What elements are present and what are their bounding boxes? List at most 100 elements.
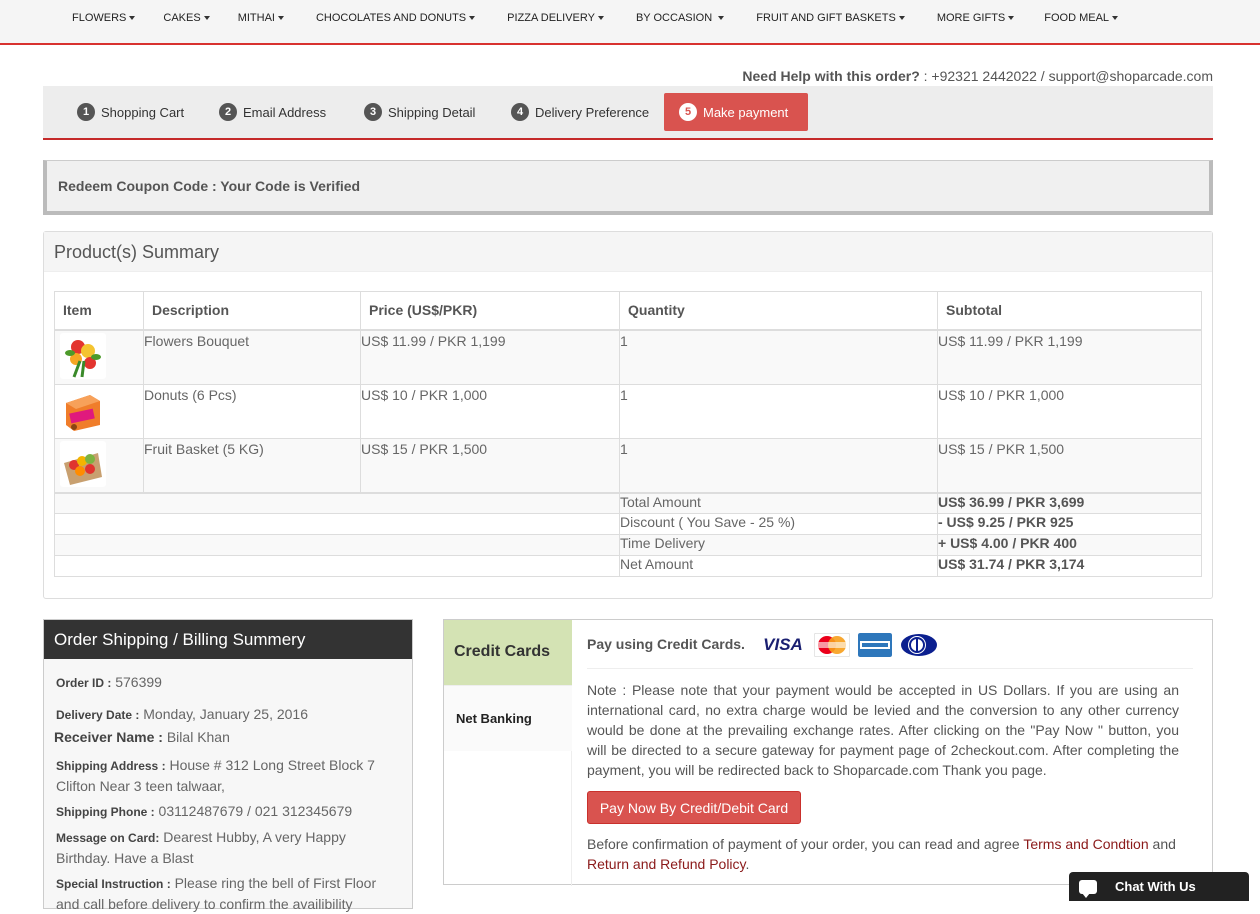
total-label: Discount ( You Save - 25 %) xyxy=(619,513,938,535)
item-description: Flowers Bouquet xyxy=(143,329,361,385)
total-row: Net Amount US$ 31.74 / PKR 3,174 xyxy=(54,555,1202,577)
step-email-address[interactable]: 2 Email Address xyxy=(219,93,326,131)
item-image-cell xyxy=(54,437,144,493)
nav-item-more-gifts[interactable]: MORE GIFTS xyxy=(919,12,1028,24)
step-shipping-detail[interactable]: 3 Shipping Detail xyxy=(364,93,475,131)
item-subtotal: US$ 11.99 / PKR 1,199 xyxy=(937,329,1202,385)
card-logos: VISA xyxy=(760,633,938,657)
payment-note: Note : Please note that your payment wou… xyxy=(587,682,1179,778)
caret-down-icon xyxy=(718,16,725,21)
delivery-date: Delivery Date : Monday, January 25, 2016 xyxy=(56,706,309,722)
table-header-row: Item Description Price (US$/PKR) Quantit… xyxy=(54,291,1202,331)
order-id: Order ID : 576399 xyxy=(56,674,162,690)
receiver-name: Receiver Name : Bilal Khan xyxy=(54,729,230,745)
visa-icon: VISA xyxy=(763,635,803,654)
payment-title: Pay using Credit Cards. xyxy=(587,636,745,652)
column-header-description: Description xyxy=(143,291,361,331)
table-row: Flowers Bouquet US$ 11.99 / PKR 1,199 1 … xyxy=(54,329,1202,385)
total-row: Total Amount US$ 36.99 / PKR 3,699 xyxy=(54,492,1202,514)
item-description: Donuts (6 Pcs) xyxy=(143,383,361,439)
donuts-box-image[interactable] xyxy=(60,386,106,433)
special-instruction: Special Instruction : Please ring the be… xyxy=(56,875,377,912)
step-label: Make payment xyxy=(703,104,789,120)
product-summary-panel: Product(s) Summary Item Description Pric… xyxy=(43,231,1213,599)
item-quantity: 1 xyxy=(619,383,938,439)
item-price: US$ 15 / PKR 1,500 xyxy=(360,437,620,493)
nav-item-fruit-baskets[interactable]: FRUIT AND GIFT BASKETS xyxy=(738,12,919,24)
item-quantity: 1 xyxy=(619,329,938,385)
step-number: 4 xyxy=(511,103,529,121)
item-subtotal: US$ 10 / PKR 1,000 xyxy=(937,383,1202,439)
chat-label: Chat With Us xyxy=(1115,879,1196,894)
help-line: Need Help with this order? : +92321 2442… xyxy=(742,68,1213,84)
total-label: Net Amount xyxy=(619,555,938,577)
column-header-quantity: Quantity xyxy=(619,291,938,331)
help-label: Need Help with this order? xyxy=(742,68,920,84)
total-row: Time Delivery + US$ 4.00 / PKR 400 xyxy=(54,534,1202,556)
total-value: + US$ 4.00 / PKR 400 xyxy=(937,534,1202,556)
table-row: Fruit Basket (5 KG) US$ 15 / PKR 1,500 1… xyxy=(54,437,1202,493)
pay-now-button[interactable]: Pay Now By Credit/Debit Card xyxy=(587,791,801,824)
caret-down-icon xyxy=(203,16,210,21)
column-header-price: Price (US$/PKR) xyxy=(360,291,620,331)
caret-down-icon xyxy=(898,16,905,21)
item-description: Fruit Basket (5 KG) xyxy=(143,437,361,493)
table-row: Donuts (6 Pcs) US$ 10 / PKR 1,000 1 US$ … xyxy=(54,383,1202,439)
item-image-cell xyxy=(54,329,144,385)
chat-bubble-icon xyxy=(1079,879,1097,898)
billing-summary-panel: Order Shipping / Billing Summery Order I… xyxy=(43,619,413,912)
chat-widget-button[interactable]: Chat With Us xyxy=(1069,872,1249,901)
step-label: Shopping Cart xyxy=(101,104,185,120)
item-image-cell xyxy=(54,383,144,439)
item-subtotal: US$ 15 / PKR 1,500 xyxy=(937,437,1202,493)
tab-credit-cards[interactable]: Credit Cards xyxy=(444,620,572,685)
nav-item-cakes[interactable]: CAKES xyxy=(149,12,223,24)
nav-item-flowers[interactable]: FLOWERS xyxy=(58,12,149,24)
step-shopping-cart[interactable]: 1 Shopping Cart xyxy=(77,93,184,131)
nav-item-mithai[interactable]: MITHAI xyxy=(224,12,298,24)
step-number: 2 xyxy=(219,103,237,121)
diners-club-icon xyxy=(900,633,938,657)
payment-panel: Credit Cards Net Banking Pay using Credi… xyxy=(443,619,1213,886)
top-navigation: FLOWERS CAKES MITHAI CHOCOLATES AND DONU… xyxy=(0,0,1260,45)
step-number: 3 xyxy=(364,103,382,121)
shipping-phone: Shipping Phone : 03112487679 / 021 31234… xyxy=(56,803,353,819)
nav-item-food-meal[interactable]: FOOD MEAL xyxy=(1028,12,1132,24)
coupon-status: Redeem Coupon Code : Your Code is Verifi… xyxy=(43,160,1213,215)
step-number: 1 xyxy=(77,103,95,121)
amex-icon xyxy=(858,633,892,657)
nav-item-pizza[interactable]: PIZZA DELIVERY xyxy=(489,12,618,24)
total-row: Discount ( You Save - 25 %) - US$ 9.25 /… xyxy=(54,513,1202,535)
shipping-address: Shipping Address : House # 312 Long Stre… xyxy=(56,757,375,794)
caret-down-icon xyxy=(469,16,476,21)
step-label: Email Address xyxy=(243,104,327,120)
mastercard-icon xyxy=(814,633,850,657)
total-value: - US$ 9.25 / PKR 925 xyxy=(937,513,1202,535)
fruit-basket-image[interactable] xyxy=(60,440,106,487)
help-contact: : +92321 2442022 / support@shoparcade.co… xyxy=(919,68,1213,84)
item-price: US$ 11.99 / PKR 1,199 xyxy=(360,329,620,385)
nav-item-chocolates[interactable]: CHOCOLATES AND DONUTS xyxy=(298,12,489,24)
caret-down-icon xyxy=(277,16,284,21)
item-price: US$ 10 / PKR 1,000 xyxy=(360,383,620,439)
total-value: US$ 36.99 / PKR 3,699 xyxy=(937,492,1202,514)
checkout-steps: 1 Shopping Cart 2 Email Address 3 Shipping … xyxy=(43,86,1213,140)
caret-down-icon xyxy=(1008,16,1015,21)
step-number: 5 xyxy=(679,103,697,121)
product-table: Item Description Price (US$/PKR) Quantit… xyxy=(54,291,1202,577)
confirmation-text: Before confirmation of payment of your o… xyxy=(587,836,1176,872)
total-value: US$ 31.74 / PKR 3,174 xyxy=(937,555,1202,577)
caret-down-icon xyxy=(597,16,604,21)
refund-policy-link[interactable]: Return and Refund Policy xyxy=(587,856,746,872)
caret-down-icon xyxy=(129,16,136,21)
billing-summary-title: Order Shipping / Billing Summery xyxy=(44,620,412,659)
step-make-payment[interactable]: 5 Make payment xyxy=(664,93,808,131)
flowers-bouquet-image[interactable] xyxy=(60,332,106,379)
terms-link[interactable]: Terms and Condtion xyxy=(1023,836,1148,852)
total-label: Total Amount xyxy=(619,492,938,514)
total-label: Time Delivery xyxy=(619,534,938,556)
nav-item-occasion[interactable]: BY OCCASION xyxy=(618,12,738,24)
tab-net-banking[interactable]: Net Banking xyxy=(444,685,572,751)
step-delivery-preference[interactable]: 4 Delivery Preference xyxy=(511,93,649,131)
column-header-item: Item xyxy=(54,291,144,331)
